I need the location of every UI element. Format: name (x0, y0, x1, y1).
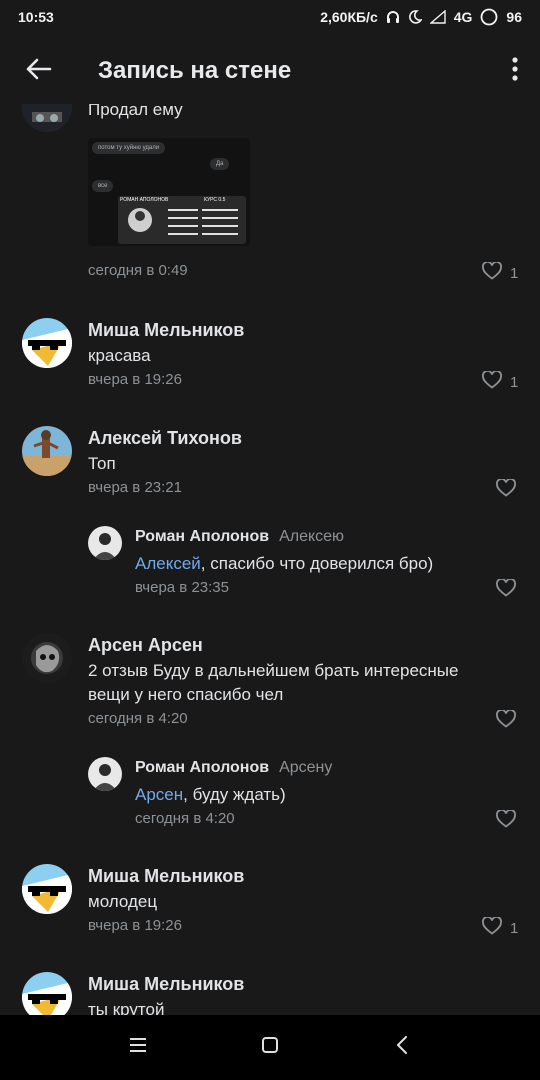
avatar[interactable] (22, 426, 72, 476)
comment-author[interactable]: Алексей Тихонов (88, 428, 242, 449)
banner-name: РОМАН АПОЛОНОВ (120, 197, 169, 203)
chat-bubble: все (92, 180, 114, 192)
heart-outline-icon (496, 478, 516, 501)
heart-outline-icon (482, 916, 502, 939)
comment-image-attachment[interactable]: потом ту хуйню удали Да все РОМАН АПОЛОН… (88, 138, 250, 246)
comment-item: Продал ему потом ту хуйню удали Да все Р… (0, 104, 540, 282)
like-count: 1 (510, 373, 519, 391)
like-count: 1 (510, 919, 519, 937)
heart-outline-icon (496, 578, 516, 601)
comment-item: Миша Мельников молодец вчера в 19:26 1 (0, 860, 540, 960)
app-bar: Запись на стене (0, 38, 540, 104)
comment-text: молодец (88, 892, 158, 911)
comment-text: красава (88, 346, 151, 365)
system-navigation-bar (0, 1015, 540, 1080)
status-bar: 10:53 2,60КБ/с 4G 96 (0, 0, 540, 34)
comment-item: Арсен Арсен 2 отзыв Буду в дальнейшем бр… (0, 629, 540, 749)
author-name: Роман Аполонов (135, 528, 270, 545)
status-time: 10:53 (18, 9, 54, 25)
heart-outline-icon (482, 370, 502, 393)
banner-title: КУРС 0.5 (204, 197, 226, 203)
heart-outline-icon (482, 261, 502, 284)
comment-item: Миша Мельников красава вчера в 19:26 1 (0, 314, 540, 414)
comment-text: 2 отзыв Буду в дальнейшем брать интересн… (88, 661, 459, 704)
chat-bubble: Да (210, 158, 230, 170)
avatar[interactable] (22, 633, 72, 683)
like-button[interactable] (496, 809, 524, 832)
chat-bubble: потом ту хуйню удали (92, 142, 166, 154)
comment-time: вчера в 19:26 (88, 371, 182, 388)
battery-level: 96 (506, 9, 522, 25)
like-button[interactable] (496, 709, 524, 732)
comment-author[interactable]: Миша Мельников (88, 320, 244, 341)
mention-link[interactable]: Арсен (135, 785, 183, 804)
home-button[interactable] (250, 1028, 290, 1068)
reply-item: Роман Аполонов Арсену Арсен, буду ждать) … (0, 753, 540, 843)
network-type: 4G (453, 9, 473, 25)
comment-item: Алексей Тихонов Топ вчера в 23:21 (0, 422, 540, 522)
comments-feed[interactable]: Продал ему потом ту хуйню удали Да все Р… (0, 104, 540, 1015)
avatar[interactable] (88, 526, 122, 560)
arrow-left-icon (24, 57, 52, 86)
page-title: Запись на стене (98, 57, 292, 84)
heart-outline-icon (496, 809, 516, 832)
comment-text: Арсен, буду ждать) (135, 783, 286, 807)
like-button[interactable] (496, 578, 524, 601)
comment-author[interactable]: Арсен Арсен (88, 635, 203, 656)
avatar[interactable] (22, 864, 72, 914)
square-icon (261, 1036, 279, 1059)
signal-icon (429, 10, 446, 24)
comment-text-body: , буду ждать) (183, 785, 286, 804)
heart-outline-icon (496, 709, 516, 732)
avatar[interactable] (22, 972, 72, 1015)
comment-author[interactable]: Миша Мельников (88, 866, 244, 887)
course-banner: РОМАН АПОЛОНОВ КУРС 0.5 (118, 196, 246, 244)
recent-apps-button[interactable] (118, 1028, 158, 1068)
comment-text: Алексей, спасибо что доверился бро) (135, 552, 433, 576)
avatar[interactable] (22, 104, 72, 132)
comment-text: ты крутой (88, 1000, 165, 1015)
like-count: 1 (510, 264, 519, 282)
reply-item: Роман Аполонов Алексею Алексей, спасибо ч… (0, 522, 540, 612)
comment-time: сегодня в 0:49 (88, 262, 188, 279)
like-button[interactable] (496, 478, 524, 501)
more-vertical-icon (512, 56, 518, 86)
more-options-button[interactable] (490, 38, 540, 104)
headphones-icon (386, 10, 400, 24)
comment-time: вчера в 23:21 (88, 479, 182, 496)
avatar[interactable] (22, 318, 72, 368)
mention-link[interactable]: Алексей (135, 554, 201, 573)
network-speed: 2,60КБ/с (320, 9, 378, 25)
comment-time: вчера в 23:35 (135, 579, 229, 596)
comment-text-body: , спасибо что доверился бро) (200, 554, 434, 573)
moon-icon (408, 10, 422, 24)
reply-to: Алексею (279, 528, 345, 545)
battery-icon (480, 8, 498, 26)
comment-author[interactable]: Миша Мельников (88, 974, 244, 995)
chevron-left-icon (396, 1036, 408, 1059)
author-name: Роман Аполонов (135, 759, 270, 776)
comment-time: сегодня в 4:20 (88, 710, 188, 727)
comment-author[interactable]: Роман Аполонов Арсену (135, 759, 332, 777)
comment-text: Продал ему (88, 104, 183, 119)
like-button[interactable]: 1 (482, 370, 519, 393)
avatar[interactable] (88, 757, 122, 791)
comment-author[interactable]: Роман Аполонов Алексею (135, 528, 344, 546)
back-button[interactable] (0, 38, 76, 104)
menu-icon (129, 1037, 147, 1058)
reply-to: Арсену (279, 759, 333, 776)
comment-text: Топ (88, 454, 116, 473)
like-button[interactable]: 1 (482, 261, 519, 284)
like-button[interactable]: 1 (482, 916, 519, 939)
comment-item: Миша Мельников ты крутой (0, 968, 540, 1015)
comment-time: сегодня в 4:20 (135, 810, 235, 827)
system-back-button[interactable] (382, 1028, 422, 1068)
comment-time: вчера в 19:26 (88, 917, 182, 934)
